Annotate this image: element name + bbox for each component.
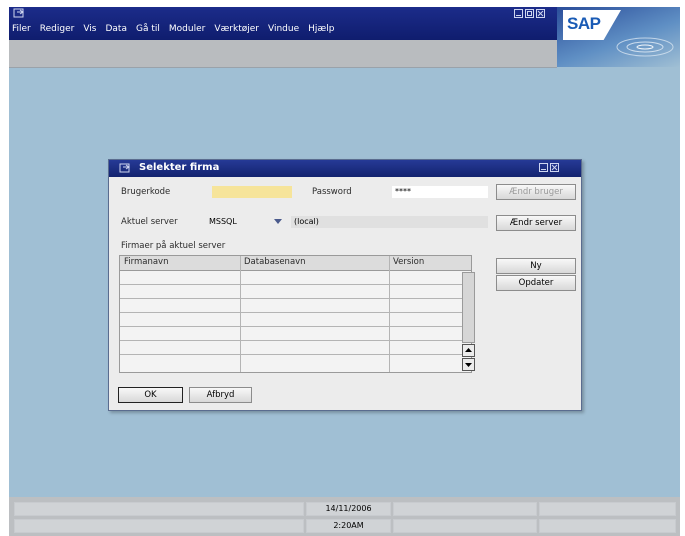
user-code-label: Brugerkode <box>121 187 171 197</box>
server-name-field: (local) <box>291 216 488 228</box>
restore-icon[interactable] <box>525 9 534 18</box>
dialog-window-icon <box>119 163 130 173</box>
status-bar: 14/11/2006 2:20AM <box>9 497 680 536</box>
menu-item-data[interactable]: Data <box>105 24 127 34</box>
password-label: Password <box>312 187 352 197</box>
minimize-icon[interactable] <box>514 9 523 18</box>
table-row[interactable] <box>120 298 471 299</box>
close-icon[interactable] <box>536 9 545 18</box>
change-server-button[interactable]: Ændr server <box>496 215 576 231</box>
dialog-minimize-icon[interactable] <box>539 163 548 172</box>
ok-button[interactable]: OK <box>118 387 183 403</box>
companies-table: Firmanavn Databasenavn Version <box>119 255 472 373</box>
dialog-titlebar: Selekter firma <box>109 160 581 177</box>
select-company-dialog: Selekter firma Brugerkode Password **** … <box>108 159 582 411</box>
table-row[interactable] <box>120 354 471 355</box>
server-type-value: MSSQL <box>209 217 237 226</box>
window-controls <box>514 9 545 18</box>
main-menu: Filer Rediger Vis Data Gå til Moduler Væ… <box>12 24 334 34</box>
status-field <box>14 519 304 533</box>
menu-item-vaerktojer[interactable]: Værktøjer <box>214 24 259 34</box>
sap-window: Filer Rediger Vis Data Gå til Moduler Væ… <box>9 7 680 536</box>
user-code-field[interactable] <box>212 186 292 198</box>
scrollbar-thumb[interactable] <box>462 272 475 343</box>
status-field <box>393 519 537 533</box>
menu-item-vis[interactable]: Vis <box>83 24 96 34</box>
menu-item-filer[interactable]: Filer <box>12 24 31 34</box>
table-row[interactable] <box>120 284 471 285</box>
password-field[interactable]: **** <box>392 186 488 198</box>
table-row[interactable] <box>120 340 471 341</box>
chevron-down-icon <box>274 219 282 224</box>
menu-item-hjaelp[interactable]: Hjælp <box>308 24 334 34</box>
column-header-firmanavn[interactable]: Firmanavn <box>124 257 168 267</box>
table-scrollbar[interactable] <box>462 272 475 373</box>
column-header-version[interactable]: Version <box>393 257 424 267</box>
status-field <box>14 502 304 516</box>
sap-logo-text: SAP <box>567 14 601 33</box>
app-window-icon[interactable] <box>13 8 25 18</box>
status-date: 14/11/2006 <box>306 502 391 516</box>
menu-item-rediger[interactable]: Rediger <box>40 24 75 34</box>
server-type-dropdown[interactable]: MSSQL <box>206 216 284 228</box>
update-button[interactable]: Opdater <box>496 275 576 291</box>
dialog-close-icon[interactable] <box>550 163 559 172</box>
water-ripple-graphic <box>616 37 674 57</box>
status-field <box>539 502 676 516</box>
menu-item-vindue[interactable]: Vindue <box>268 24 299 34</box>
table-row[interactable] <box>120 326 471 327</box>
companies-label: Firmaer på aktuel server <box>121 241 226 251</box>
table-header: Firmanavn Databasenavn Version <box>120 256 471 271</box>
cancel-button[interactable]: Afbryd <box>189 387 252 403</box>
status-field <box>393 502 537 516</box>
dialog-title: Selekter firma <box>139 162 220 173</box>
menu-item-ga-til[interactable]: Gå til <box>136 24 160 34</box>
toolbar <box>9 40 557 68</box>
table-row[interactable] <box>120 312 471 313</box>
menu-item-moduler[interactable]: Moduler <box>169 24 205 34</box>
new-company-button[interactable]: Ny <box>496 258 576 274</box>
sap-logo-area: SAP <box>557 7 680 67</box>
status-field <box>539 519 676 533</box>
dialog-controls <box>539 163 559 172</box>
current-server-label: Aktuel server <box>121 217 178 227</box>
column-header-databasenavn[interactable]: Databasenavn <box>244 257 306 267</box>
scroll-up-arrow-icon[interactable] <box>462 344 475 357</box>
change-user-button[interactable]: Ændr bruger <box>496 184 576 200</box>
scroll-down-arrow-icon[interactable] <box>462 358 475 371</box>
status-time: 2:20AM <box>306 519 391 533</box>
